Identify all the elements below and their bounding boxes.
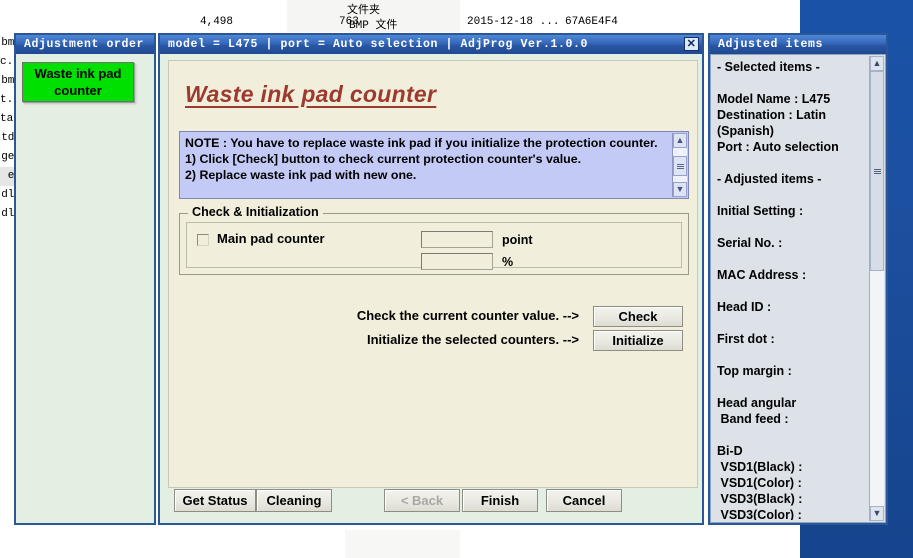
close-icon[interactable]: ✕ (684, 37, 699, 51)
main-pad-point-input[interactable] (421, 231, 493, 248)
main-pad-percent-input[interactable] (421, 253, 493, 270)
grip-icon (676, 163, 684, 170)
background-bottom-highlight (345, 530, 460, 558)
initialize-button[interactable]: Initialize (593, 330, 683, 351)
scroll-up-icon[interactable]: ▲ (870, 56, 884, 71)
adjusted-items-content: - Selected items - Model Name : L475 Des… (717, 60, 839, 520)
background-file-type: BMP 文件 (349, 20, 398, 32)
adjusted-items-scroll-track[interactable] (870, 71, 884, 506)
adjustment-order-title-text: Adjustment order (24, 38, 145, 51)
adjprog-main-window: model = L475 | port = Auto selection | A… (158, 33, 704, 525)
note-scroll-track[interactable] (673, 148, 687, 182)
main-pad-counter-checkbox[interactable] (197, 234, 209, 246)
point-unit-label: point (502, 233, 533, 247)
cleaning-button[interactable]: Cleaning (256, 489, 332, 512)
adjprog-titlebar: model = L475 | port = Auto selection | A… (160, 35, 702, 54)
grip-icon (873, 168, 881, 175)
check-action-label: Check the current counter value. --> (356, 308, 579, 323)
adjusted-items-body: - Selected items - Model Name : L475 Des… (710, 54, 886, 523)
adjusted-items-window: Adjusted items - Selected items - Model … (708, 33, 888, 525)
adjprog-body: Waste ink pad counter NOTE : You have to… (160, 54, 702, 523)
adjustment-order-body: Waste ink pad counter (16, 54, 154, 523)
background-folder-type: 文件夹 (347, 5, 380, 17)
adjprog-content-panel: Waste ink pad counter NOTE : You have to… (168, 60, 698, 488)
scroll-down-icon[interactable]: ▼ (870, 506, 884, 521)
adjustment-order-titlebar: Adjustment order (16, 35, 154, 54)
page-title: Waste ink pad counter (185, 81, 437, 107)
waste-ink-pad-counter-button[interactable]: Waste ink pad counter (22, 62, 134, 102)
note-box: NOTE : You have to replace waste ink pad… (179, 131, 689, 199)
note-scrollbar[interactable]: ▲ ▼ (672, 133, 687, 197)
group-inner: Main pad counter point % (186, 222, 682, 270)
finish-button[interactable]: Finish (462, 489, 538, 512)
background-file-hash: 67A6E4F4 (565, 16, 618, 28)
check-initialization-group: Check & Initialization Main pad counter … (179, 205, 689, 275)
background-file-size: 4,498 (200, 16, 234, 28)
screen: 文件夹 4,498 763 BMP 文件 2015-12-18 ... 67A6… (0, 0, 913, 558)
scroll-down-icon[interactable]: ▼ (673, 182, 687, 197)
back-button: < Back (384, 489, 460, 512)
adjusted-items-title-text: Adjusted items (718, 38, 824, 51)
note-scroll-thumb[interactable] (673, 156, 687, 176)
get-status-button[interactable]: Get Status (174, 489, 256, 512)
initialize-action-label: Initialize the selected counters. --> (366, 332, 579, 347)
note-text: NOTE : You have to replace waste ink pad… (185, 136, 658, 182)
adjustment-order-window: Adjustment order Waste ink pad counter (14, 33, 156, 525)
check-button[interactable]: Check (593, 306, 683, 327)
main-pad-counter-label: Main pad counter (217, 231, 325, 246)
adjprog-title-text: model = L475 | port = Auto selection | A… (168, 38, 589, 51)
footer-button-bar: Get Status Cleaning < Back Finish Cancel (168, 489, 698, 513)
adjusted-items-scrollbar[interactable]: ▲ ▼ (869, 56, 884, 521)
background-file-list: 文件夹 4,498 763 BMP 文件 2015-12-18 ... 67A6… (0, 0, 800, 32)
adjusted-items-scroll-thumb[interactable] (870, 71, 884, 271)
adjusted-items-titlebar: Adjusted items (710, 35, 886, 54)
scroll-up-icon[interactable]: ▲ (673, 133, 687, 148)
cancel-button[interactable]: Cancel (546, 489, 622, 512)
background-file-row: 4,498 763 BMP 文件 2015-12-18 ... 67A6E4F4 (0, 16, 800, 32)
group-legend: Check & Initialization (188, 205, 323, 219)
percent-unit-label: % (502, 255, 514, 269)
background-file-date: 2015-12-18 ... (467, 16, 560, 28)
